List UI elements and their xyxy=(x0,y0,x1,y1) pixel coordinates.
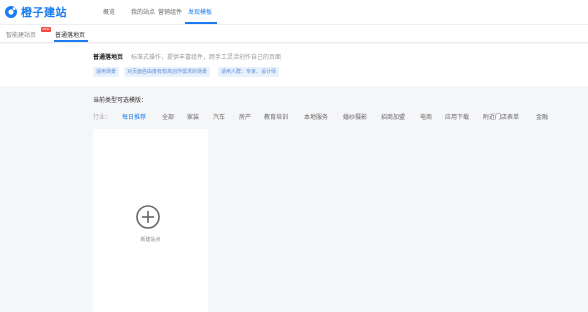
category-wedding-photo[interactable]: 婚纱摄影 xyxy=(343,112,367,121)
tab-normal-landing-page[interactable]: 普通落地页 xyxy=(55,30,85,39)
brand-name: 橙子建站 xyxy=(21,6,67,19)
nav-marketing-components[interactable]: 营销组件 xyxy=(158,7,182,16)
nav-discover-templates[interactable]: 发现模板 xyxy=(188,7,212,16)
category-local-services[interactable]: 本地服务 xyxy=(304,112,328,121)
subtab-active-indicator xyxy=(54,40,88,42)
top-bar: 橙子建站 概览 我的站点 营销组件 发现模板 xyxy=(0,0,588,25)
brand-logo-icon xyxy=(5,6,17,18)
plus-circle-icon xyxy=(136,205,160,229)
category-real-estate[interactable]: 房产 xyxy=(239,112,251,121)
scenario-desc-tag: 对页面自由度有较高创作需求的场景 xyxy=(124,67,211,77)
tab-smart-site[interactable]: 智能建站页 xyxy=(6,30,36,39)
industry-prefix: 行业： xyxy=(93,114,112,121)
new-badge: NEW xyxy=(41,27,51,32)
new-site-card[interactable]: 新建站点 xyxy=(93,129,208,312)
intro-description: 标准式操作，提供丰富组件，跨手工灵活创作自己的页面 xyxy=(131,54,282,61)
scenario-tag: 适用场景 xyxy=(93,67,120,77)
nav-active-indicator xyxy=(185,22,217,24)
category-ecommerce[interactable]: 电商 xyxy=(420,112,432,121)
category-daily-recommend[interactable]: 每日推荐 xyxy=(122,112,146,121)
new-site-label: 新建站点 xyxy=(140,237,161,243)
category-franchise[interactable]: 招商加盟 xyxy=(381,112,405,121)
category-finance[interactable]: 金融 xyxy=(536,112,548,121)
template-section-label: 当前类型可选模版： xyxy=(93,97,148,104)
category-all[interactable]: 全部 xyxy=(162,112,174,121)
intro-panel: 普通落地页 标准式操作，提供丰富组件，跨手工灵活创作自己的页面 适用场景 对页面… xyxy=(0,44,588,86)
intro-title: 普通落地页 xyxy=(93,54,124,61)
category-app-download[interactable]: 应用下载 xyxy=(445,112,469,121)
category-education[interactable]: 教育培训 xyxy=(264,112,288,121)
nav-overview[interactable]: 概览 xyxy=(103,7,115,16)
sub-tabs: 智能建站页 NEW 普通落地页 xyxy=(0,25,588,43)
category-home-decor[interactable]: 家装 xyxy=(187,112,199,121)
category-nearby-store-form[interactable]: 附近门店表单 xyxy=(483,112,519,121)
nav-my-sites[interactable]: 我的站点 xyxy=(131,7,155,16)
category-auto[interactable]: 汽车 xyxy=(213,112,225,121)
audience-tag: 适用人群：专家、设计师 xyxy=(218,67,280,77)
brand-logo[interactable]: 橙子建站 xyxy=(4,4,67,20)
